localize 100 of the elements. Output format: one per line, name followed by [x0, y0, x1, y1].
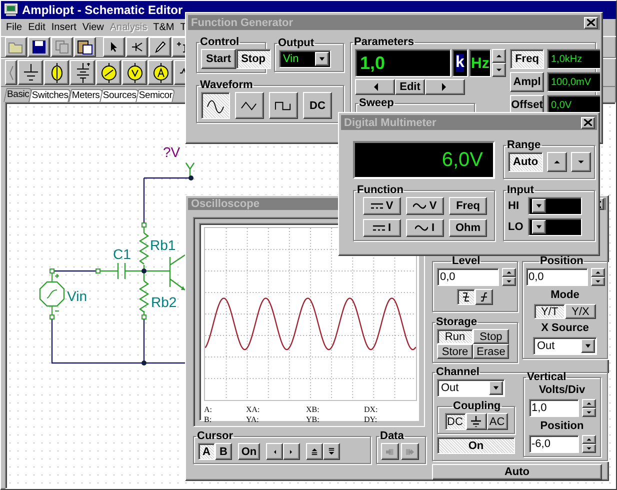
storage-button[interactable]: Run [437, 329, 473, 344]
falling-edge-icon [462, 292, 470, 302]
spin-up-icon[interactable] [590, 268, 604, 277]
level-field[interactable]: 0,0 [437, 268, 499, 286]
function-button[interactable]: V [363, 197, 401, 215]
function-button[interactable]: Ohm [449, 219, 487, 237]
auto-range-button[interactable]: Auto [508, 152, 544, 172]
cursor-right-button[interactable] [283, 443, 300, 460]
previous-button[interactable] [355, 79, 395, 95]
cursor-button[interactable]: A [198, 443, 215, 460]
component-tab[interactable]: Meters [68, 89, 103, 102]
pencil-icon [154, 41, 166, 53]
function-button[interactable]: V [406, 197, 444, 215]
scroll-left-button[interactable] [5, 60, 17, 85]
menu-item[interactable]: File [3, 22, 26, 33]
edit-button[interactable]: Edit [395, 79, 425, 95]
window-title: Ampliopt - Schematic Editor [22, 3, 183, 17]
cursor-down-button[interactable] [323, 443, 340, 460]
waveform-button[interactable] [201, 92, 230, 119]
group-title: Coupling [452, 400, 502, 412]
toolbar-button[interactable] [103, 37, 125, 57]
slope-button[interactable] [457, 289, 475, 305]
menu-item[interactable]: Edit [25, 22, 48, 33]
range-up-button[interactable] [547, 152, 568, 172]
storage-button[interactable]: Store [437, 344, 473, 359]
component-button[interactable] [148, 60, 173, 85]
cursor-up-button[interactable] [306, 443, 323, 460]
cursor-readout: XA: [246, 405, 261, 414]
mode-button[interactable]: Y/T [534, 304, 565, 319]
component-tab[interactable]: Semicor [136, 89, 176, 102]
next-button[interactable] [425, 79, 465, 95]
component-tab[interactable]: Sources [99, 89, 140, 102]
coupling-button[interactable]: DC [444, 413, 466, 430]
component-tab[interactable]: Basic [4, 88, 33, 102]
cursor-left-button[interactable] [266, 443, 283, 460]
dc-symbol-icon [370, 203, 383, 209]
control-button[interactable]: Stop [236, 49, 271, 69]
parameter-button[interactable]: Freq [510, 49, 544, 69]
spin-up-icon[interactable] [582, 399, 596, 408]
close-button[interactable] [584, 16, 598, 28]
function-button[interactable]: I [406, 219, 444, 237]
function-button[interactable]: I [363, 219, 401, 237]
spin-up-icon[interactable] [502, 268, 516, 277]
component-button[interactable] [96, 60, 121, 85]
channel-on-button[interactable]: On [437, 437, 515, 454]
component-button[interactable] [122, 60, 147, 85]
export-button[interactable] [401, 443, 419, 460]
function-button[interactable]: Freq [449, 197, 487, 215]
coupling-button[interactable]: AC [486, 413, 508, 430]
spin-up-icon[interactable] [492, 49, 506, 63]
volts-per-div-field[interactable]: 1,0 [528, 399, 578, 417]
cursor-button[interactable]: B [215, 443, 232, 460]
component-button[interactable] [18, 60, 43, 85]
cursor-readout: A: [204, 405, 213, 414]
component-tab[interactable]: Switches [28, 89, 72, 102]
toolbar-button[interactable] [126, 37, 148, 57]
component-button[interactable] [70, 60, 95, 85]
range-down-button[interactable] [571, 152, 592, 172]
waveform-button[interactable]: DC [303, 92, 332, 119]
vertical-position-field[interactable]: -6,0 [528, 435, 578, 453]
spin-down-icon[interactable] [492, 63, 506, 77]
toolbar-button[interactable] [5, 37, 27, 57]
position-field[interactable]: 0,0 [526, 268, 588, 286]
toolbar-button[interactable] [74, 37, 96, 57]
toolbar-button[interactable] [149, 37, 171, 57]
spin-up-icon[interactable] [582, 435, 596, 444]
component-label: Rb2 [151, 294, 177, 310]
spin-down-icon[interactable] [590, 277, 604, 286]
close-button[interactable] [581, 116, 595, 128]
input-dropdown[interactable] [528, 197, 582, 215]
paste-icon [77, 39, 93, 55]
input-dropdown[interactable] [528, 218, 582, 236]
spin-down-icon[interactable] [502, 277, 516, 286]
auto-button[interactable]: Auto [432, 464, 602, 480]
menu-item[interactable]: Insert [48, 22, 80, 33]
mode-label: Mode [550, 289, 580, 301]
mode-button[interactable]: Y/X [565, 304, 596, 319]
group-title: Range [506, 139, 542, 151]
menu-item[interactable]: T&M [150, 22, 178, 33]
spin-down-icon[interactable] [582, 444, 596, 453]
menu-item[interactable]: View [79, 22, 107, 33]
storage-button[interactable]: Erase [473, 344, 509, 359]
toolbar-button[interactable] [51, 37, 73, 57]
group-title: Control [199, 36, 240, 48]
parameter-button[interactable]: Ampl [510, 72, 544, 92]
coupling-button[interactable] [466, 413, 486, 430]
cursor-readout: YA: [246, 415, 260, 424]
output-dropdown[interactable]: Vin [279, 50, 331, 68]
control-button[interactable]: Start [201, 49, 236, 69]
component-button[interactable] [44, 60, 69, 85]
close-icon [584, 119, 592, 126]
toolbar-button[interactable] [28, 37, 50, 57]
channel-dropdown[interactable]: Out [437, 379, 505, 397]
tilde-icon [415, 225, 428, 231]
x-source-dropdown[interactable]: Out [533, 337, 597, 355]
import-button[interactable] [381, 443, 399, 460]
spin-down-icon[interactable] [582, 408, 596, 417]
storage-button[interactable]: Stop [473, 329, 509, 344]
cursor-on-button[interactable]: On [238, 443, 260, 460]
window-title: Digital Multimeter [344, 116, 436, 128]
